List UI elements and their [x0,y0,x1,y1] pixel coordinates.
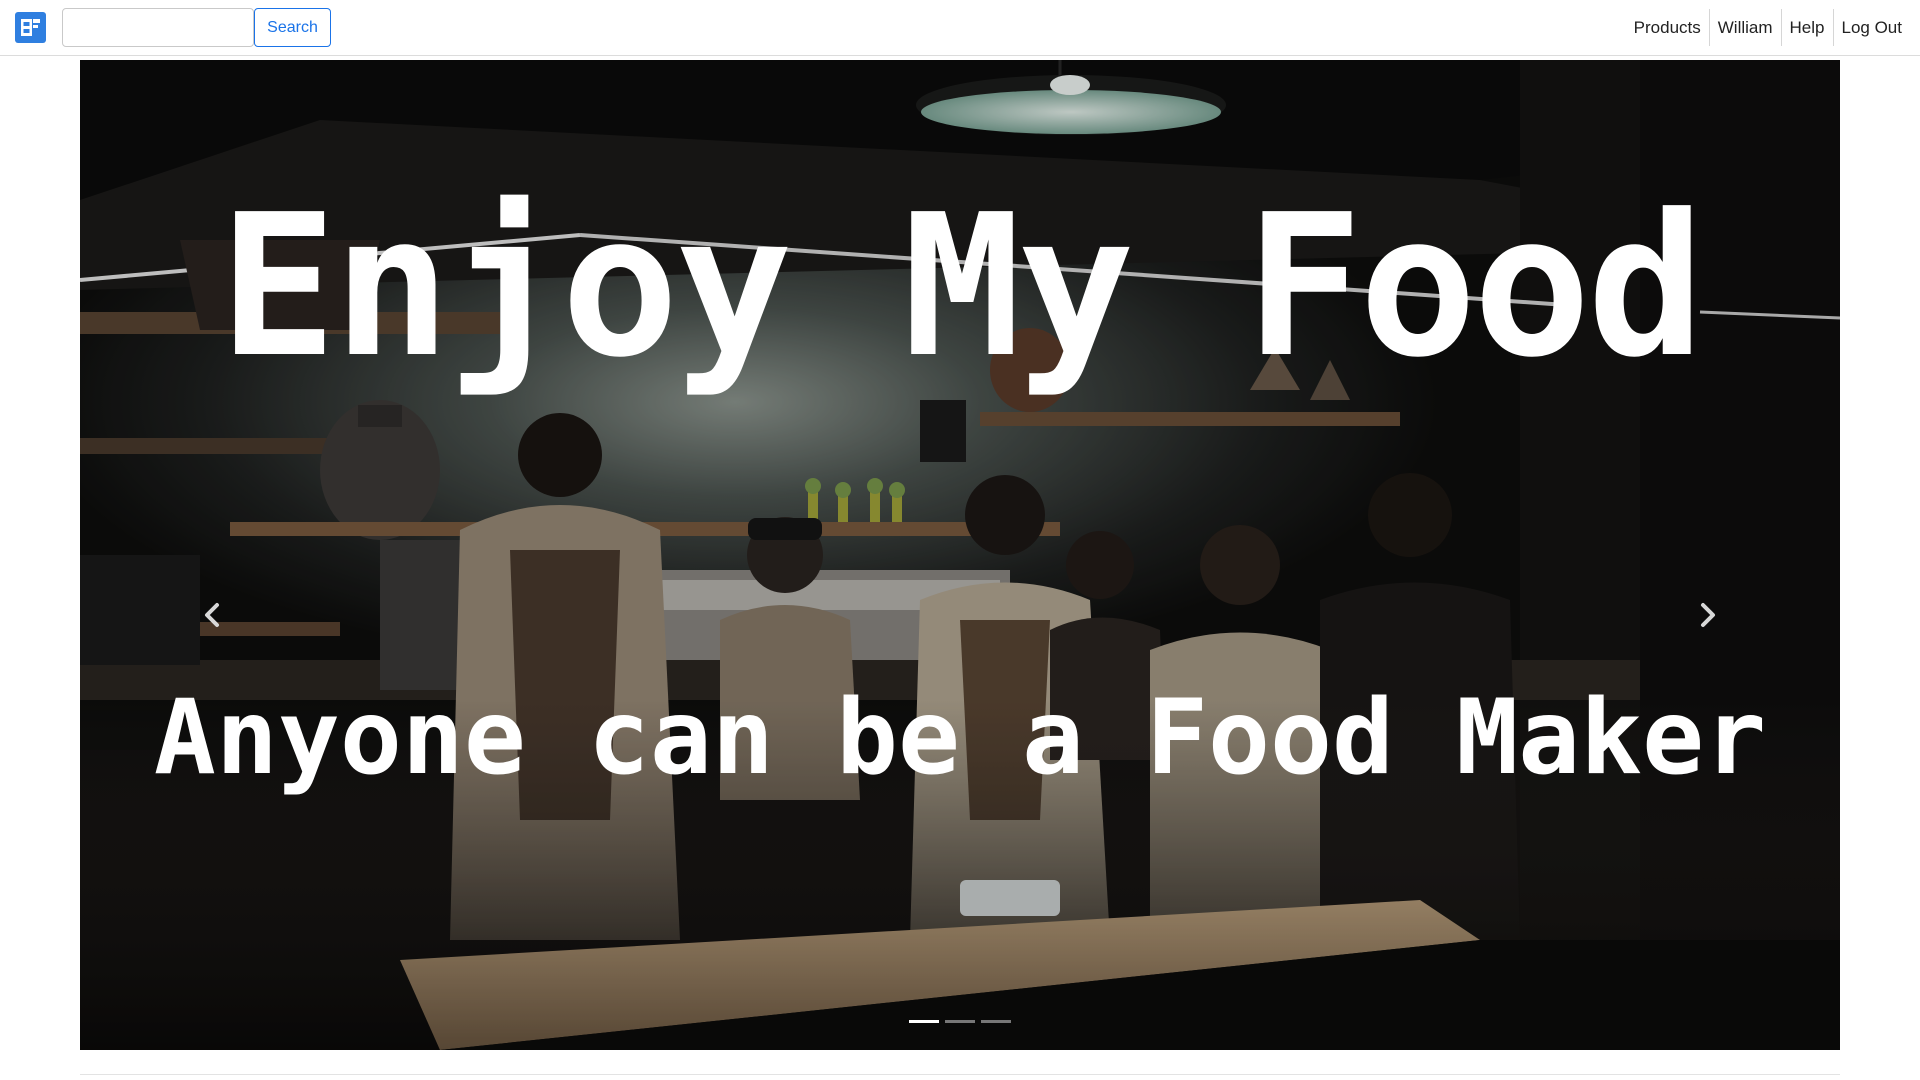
hero-carousel: Enjoy My Food Anyone can be a Food Maker [80,60,1840,1050]
carousel-next-button[interactable] [1688,585,1728,645]
app-logo-icon[interactable] [15,12,46,43]
top-navbar: Search Products William Help Log Out [0,0,1920,56]
carousel-indicators [80,1020,1840,1023]
hero-subtitle: Anyone can be a Food Maker [153,678,1767,798]
section-divider [80,1074,1840,1075]
nav-link-logout[interactable]: Log Out [1832,9,1911,46]
carousel-indicator-1[interactable] [909,1020,939,1023]
search-button[interactable]: Search [254,8,331,47]
carousel-prev-button[interactable] [192,585,232,645]
nav-link-products[interactable]: Products [1626,9,1709,46]
chevron-right-icon [1701,603,1715,627]
nav-link-help[interactable]: Help [1780,9,1833,46]
hero-title: Enjoy My Food [218,173,1705,401]
carousel-indicator-3[interactable] [981,1020,1011,1023]
search-input[interactable] [62,8,254,47]
nav-link-user[interactable]: William [1708,9,1781,46]
chevron-left-icon [205,603,219,627]
nav-links: Products William Help Log Out [1626,9,1910,46]
carousel-indicator-2[interactable] [945,1020,975,1023]
